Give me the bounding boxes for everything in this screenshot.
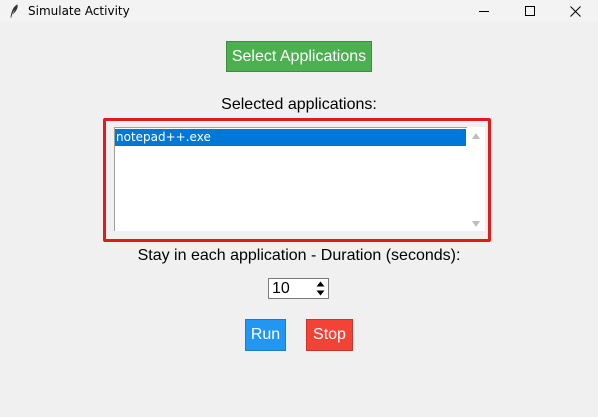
list-item[interactable]: notepad++.exe — [115, 129, 466, 146]
run-button[interactable]: Run — [245, 319, 286, 351]
minimize-icon — [479, 11, 489, 12]
spin-up-icon — [316, 281, 325, 287]
close-button[interactable] — [552, 0, 598, 22]
duration-value[interactable]: 10 — [272, 280, 290, 298]
scroll-up-arrow-icon[interactable] — [471, 132, 481, 140]
spin-down-icon — [316, 290, 325, 296]
feather-icon — [10, 4, 18, 18]
applications-listbox[interactable]: notepad++.exe — [114, 127, 467, 231]
minimize-button[interactable] — [461, 0, 507, 22]
maximize-icon — [525, 6, 535, 16]
scroll-down-arrow-icon[interactable] — [471, 220, 481, 228]
listbox-scrollbar[interactable] — [467, 127, 485, 231]
duration-label: Stay in each application - Duration (sec… — [137, 247, 461, 264]
spin-arrows — [314, 280, 327, 297]
maximize-button[interactable] — [507, 0, 553, 22]
window-title: Simulate Activity — [28, 4, 130, 18]
title-bar[interactable]: Simulate Activity — [0, 0, 598, 22]
select-applications-button[interactable]: Select Applications — [226, 41, 372, 72]
spin-down-button[interactable] — [314, 289, 327, 297]
close-icon — [569, 5, 581, 17]
duration-spinbox[interactable]: 10 — [268, 278, 329, 299]
selected-applications-label: Selected applications: — [221, 96, 377, 113]
stop-button[interactable]: Stop — [306, 319, 353, 351]
spin-up-button[interactable] — [314, 280, 327, 288]
